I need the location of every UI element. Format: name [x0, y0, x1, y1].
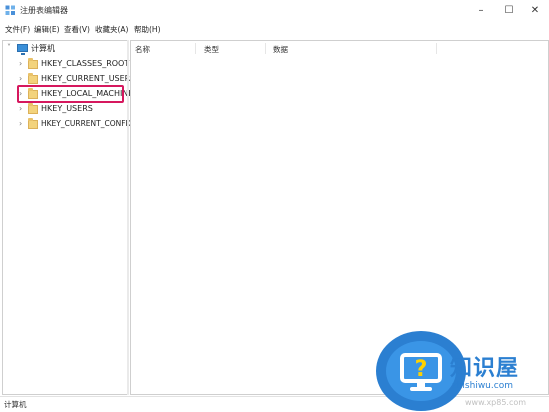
tree-node-label: HKEY_USERS: [41, 104, 93, 113]
tree-node-label: HKEY_CLASSES_ROOT: [41, 59, 130, 68]
chevron-right-icon[interactable]: ›: [19, 74, 22, 83]
folder-icon: [28, 118, 38, 129]
registry-editor-window: 注册表编辑器 – ☐ ✕ 文件(F) 编辑(E) 查看(V) 收藏夹(A) 帮助…: [0, 0, 549, 412]
pane-splitter[interactable]: [127, 40, 129, 395]
computer-icon: [17, 44, 28, 55]
tree-node-hkey-current-config[interactable]: › HKEY_CURRENT_CONFIG: [5, 118, 134, 132]
watermark-url: zhishiwu.com: [452, 381, 513, 391]
menu-file[interactable]: 文件(F): [5, 24, 30, 35]
close-button[interactable]: ✕: [521, 0, 549, 20]
chevron-right-icon[interactable]: ›: [19, 59, 22, 68]
maximize-button[interactable]: ☐: [495, 0, 523, 20]
tree-node-hkey-users[interactable]: › HKEY_USERS: [5, 103, 123, 117]
monitor-question-icon: ?: [400, 353, 442, 391]
chevron-right-icon[interactable]: ›: [19, 119, 22, 128]
column-header-data[interactable]: 数据: [273, 44, 288, 55]
svg-text:?: ?: [415, 357, 428, 382]
window-title: 注册表编辑器: [20, 6, 68, 15]
column-header-name[interactable]: 名称: [135, 44, 150, 55]
minimize-button[interactable]: –: [467, 0, 495, 20]
folder-icon: [28, 58, 38, 69]
menu-favorites[interactable]: 收藏夹(A): [95, 24, 128, 35]
menu-bar: 文件(F) 编辑(E) 查看(V) 收藏夹(A) 帮助(H): [0, 22, 549, 38]
values-list-pane[interactable]: 名称 类型 数据: [130, 40, 549, 395]
menu-edit[interactable]: 编辑(E): [34, 24, 60, 35]
tree-node-label: 计算机: [31, 44, 55, 53]
expand-arrow-icon[interactable]: ˅: [7, 43, 11, 52]
tree-node-label: HKEY_CURRENT_CONFIG: [41, 119, 134, 128]
tree-node-hkey-classes-root[interactable]: › HKEY_CLASSES_ROOT: [5, 58, 129, 72]
folder-icon: [28, 103, 38, 114]
tree-node-label: HKEY_CURRENT_USER: [41, 74, 131, 83]
column-separator[interactable]: [195, 43, 196, 54]
column-header-type[interactable]: 类型: [204, 44, 219, 55]
column-separator[interactable]: [265, 43, 266, 54]
column-separator[interactable]: [436, 43, 437, 54]
highlight-annotation: [17, 85, 124, 103]
tree-node-computer[interactable]: ˅ 计算机: [5, 42, 123, 56]
menu-view[interactable]: 查看(V): [64, 24, 90, 35]
watermark-brand: 知识屋: [450, 356, 520, 381]
status-path: 计算机: [4, 400, 27, 409]
menu-help[interactable]: 帮助(H): [134, 24, 161, 35]
chevron-right-icon[interactable]: ›: [19, 104, 22, 113]
watermark-url-secondary: www.xp85.com: [465, 398, 527, 407]
folder-icon: [28, 73, 38, 84]
title-bar[interactable]: 注册表编辑器 – ☐ ✕: [0, 0, 549, 22]
registry-editor-icon: [5, 5, 15, 15]
